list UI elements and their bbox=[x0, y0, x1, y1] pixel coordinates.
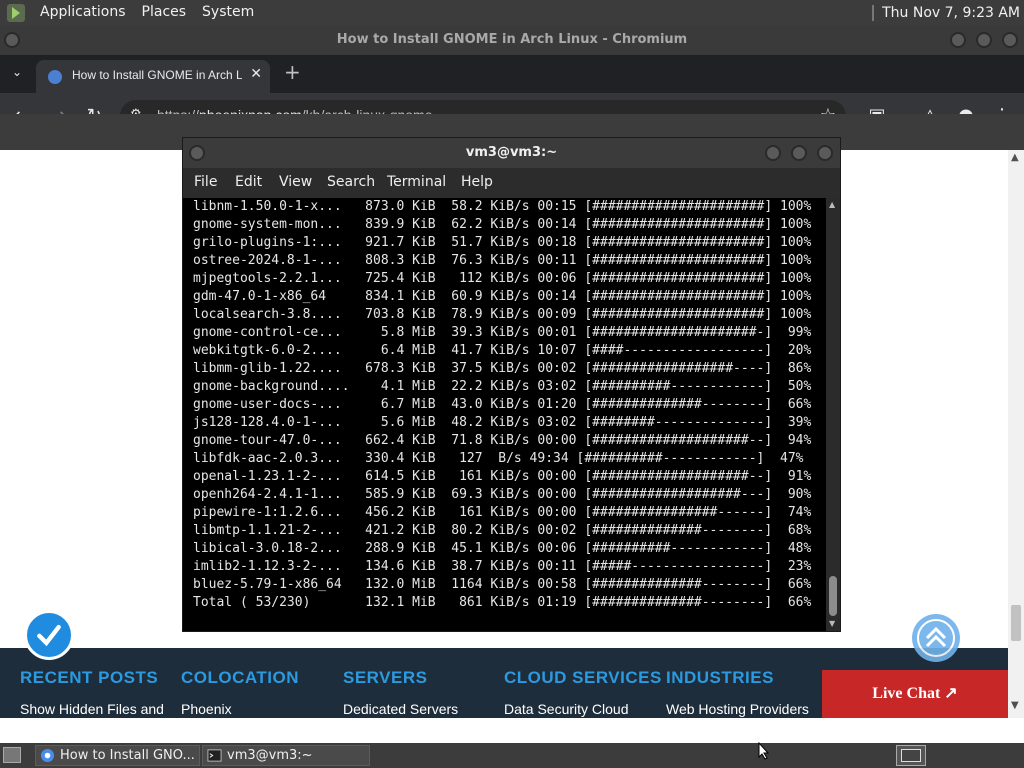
minimize-button[interactable] bbox=[950, 32, 966, 48]
terminal-line: grilo-plugins-1:... 921.7 KiB 51.7 KiB/s… bbox=[193, 235, 812, 250]
close-window-button[interactable] bbox=[1002, 32, 1018, 48]
bottom-panel: How to Install GNO... vm3@vm3:~ bbox=[0, 743, 1024, 768]
workspace-thumbnail[interactable] bbox=[901, 749, 921, 762]
terminal-line: gnome-user-docs-... 6.7 MiB 43.0 KiB/s 0… bbox=[193, 397, 812, 412]
terminal-scroll-thumb[interactable] bbox=[829, 576, 837, 616]
terminal-window-menu-button[interactable] bbox=[189, 145, 205, 161]
footer-link-web-hosting[interactable]: Web Hosting Providers bbox=[666, 701, 809, 717]
terminal-line: localsearch-3.8.... 703.8 KiB 78.9 KiB/s… bbox=[193, 307, 812, 322]
tab-close-icon[interactable]: ✕ bbox=[250, 66, 262, 82]
terminal-line: libnm-1.50.0-1-x... 873.0 KiB 58.2 KiB/s… bbox=[193, 199, 812, 214]
applications-menu[interactable]: Applications bbox=[32, 0, 134, 25]
terminal-line: gdm-47.0-1-x86_64 834.1 KiB 60.9 KiB/s 0… bbox=[193, 289, 812, 304]
terminal-line: Total ( 53/230) 132.1 MiB 861 KiB/s 01:1… bbox=[193, 595, 812, 610]
terminal-line: pipewire-1:1.2.6... 456.2 KiB 161 KiB/s … bbox=[193, 505, 812, 520]
live-chat-button[interactable]: Live Chat ↗ bbox=[822, 670, 1008, 718]
scroll-to-top-icon[interactable] bbox=[912, 614, 960, 662]
terminal-menu-view[interactable]: View bbox=[279, 174, 312, 190]
terminal-line: openh264-2.4.1-1... 585.9 KiB 69.3 KiB/s… bbox=[193, 487, 812, 502]
mouse-pointer-icon bbox=[758, 742, 770, 760]
terminal-line: gnome-control-ce... 5.8 MiB 39.3 KiB/s 0… bbox=[193, 325, 812, 340]
terminal-line: libfdk-aac-2.0.3... 330.4 KiB 127 B/s 49… bbox=[193, 451, 804, 466]
terminal-titlebar[interactable]: vm3@vm3:~ bbox=[183, 138, 840, 168]
terminal-line: libmtp-1.1.21-2-... 421.2 KiB 80.2 KiB/s… bbox=[193, 523, 812, 538]
clock[interactable]: Thu Nov 7, 9:23 AM bbox=[882, 5, 1020, 21]
places-menu[interactable]: Places bbox=[134, 0, 195, 25]
tab-title: How to Install GNOME in Arch Linux - pho… bbox=[72, 68, 242, 82]
footer-link-recent-post[interactable]: Show Hidden Files and bbox=[20, 701, 164, 717]
terminal-output[interactable]: libnm-1.50.0-1-x... 873.0 KiB 58.2 KiB/s… bbox=[183, 198, 826, 631]
terminal-scroll-up-icon[interactable]: ▲ bbox=[829, 200, 835, 209]
terminal-title: vm3@vm3:~ bbox=[465, 145, 558, 160]
terminal-line: mjpegtools-2.2.1... 725.4 KiB 112 KiB/s … bbox=[193, 271, 812, 286]
taskbar-item-terminal[interactable]: vm3@vm3:~ bbox=[202, 745, 370, 766]
taskbar-item-label: vm3@vm3:~ bbox=[227, 748, 313, 763]
window-menu-button[interactable] bbox=[4, 32, 20, 48]
distro-logo-icon[interactable] bbox=[6, 3, 26, 23]
tab-search-chevron-icon[interactable]: ⌄ bbox=[12, 65, 22, 79]
footer-heading-recent-posts: RECENT POSTS bbox=[20, 668, 159, 687]
footer-heading-cloud-services: CLOUD SERVICES bbox=[504, 668, 662, 687]
terminal-minimize-button[interactable] bbox=[765, 145, 781, 161]
terminal-line: js128-128.4.0-1-... 5.6 MiB 48.2 KiB/s 0… bbox=[193, 415, 812, 430]
workspace-switcher[interactable] bbox=[896, 745, 926, 766]
terminal-close-button[interactable] bbox=[817, 145, 833, 161]
browser-window-title: How to Install GNOME in Arch Linux - Chr… bbox=[336, 32, 688, 47]
favicon-icon bbox=[48, 70, 62, 84]
terminal-line: imlib2-1.12.3-2-... 134.6 KiB 38.7 KiB/s… bbox=[193, 559, 812, 574]
taskbar-item-label: How to Install GNO... bbox=[60, 748, 195, 763]
terminal-icon bbox=[207, 749, 222, 762]
terminal-menu-terminal[interactable]: Terminal bbox=[387, 174, 446, 190]
terminal-menu-help[interactable]: Help bbox=[461, 174, 493, 190]
terminal-maximize-button[interactable] bbox=[791, 145, 807, 161]
system-menu[interactable]: System bbox=[194, 0, 262, 25]
footer-link-data-security-cloud[interactable]: Data Security Cloud bbox=[504, 701, 629, 717]
terminal-menubar: File Edit View Search Terminal Help bbox=[183, 168, 840, 198]
scroll-up-arrow-icon[interactable]: ▲ bbox=[1011, 152, 1019, 163]
footer-heading-servers: SERVERS bbox=[343, 668, 428, 687]
panel-separator bbox=[872, 4, 875, 21]
terminal-lines: libnm-1.50.0-1-x... 873.0 KiB 58.2 KiB/s… bbox=[193, 198, 811, 612]
page-scrollbar[interactable]: ▲ ▼ bbox=[1008, 150, 1024, 718]
top-panel: Applications Places System Thu Nov 7, 9:… bbox=[0, 0, 1024, 25]
terminal-line: webkitgtk-6.0-2.... 6.4 MiB 41.7 KiB/s 1… bbox=[193, 343, 812, 358]
terminal-line: ostree-2024.8-1-... 808.3 KiB 76.3 KiB/s… bbox=[193, 253, 812, 268]
phoenixnap-badge-icon[interactable] bbox=[24, 610, 74, 660]
terminal-menu-search[interactable]: Search bbox=[327, 174, 375, 190]
terminal-line: libical-3.0.18-2... 288.9 KiB 45.1 KiB/s… bbox=[193, 541, 812, 556]
browser-tab[interactable]: How to Install GNOME in Arch Linux - pho… bbox=[36, 60, 270, 93]
terminal-line: openal-1.23.1-2-... 614.5 KiB 161 KiB/s … bbox=[193, 469, 812, 484]
scroll-down-arrow-icon[interactable]: ▼ bbox=[1011, 700, 1019, 711]
terminal-line: libmm-glib-1.22.... 678.3 KiB 37.5 KiB/s… bbox=[193, 361, 812, 376]
taskbar-item-chromium[interactable]: How to Install GNO... bbox=[35, 745, 200, 766]
maximize-button[interactable] bbox=[976, 32, 992, 48]
terminal-scroll-down-icon[interactable]: ▼ bbox=[829, 619, 835, 628]
desktop: Applications Places System Thu Nov 7, 9:… bbox=[0, 0, 1024, 768]
terminal-scrollbar[interactable]: ▲ ▼ bbox=[826, 198, 840, 631]
browser-titlebar[interactable]: How to Install GNOME in Arch Linux - Chr… bbox=[0, 25, 1024, 55]
chromium-icon bbox=[40, 748, 55, 763]
terminal-menu-edit[interactable]: Edit bbox=[235, 174, 262, 190]
terminal-line: gnome-system-mon... 839.9 KiB 62.2 KiB/s… bbox=[193, 217, 812, 232]
terminal-line: gnome-background.... 4.1 MiB 22.2 KiB/s … bbox=[193, 379, 812, 394]
show-desktop-icon[interactable] bbox=[3, 747, 21, 763]
footer-link-phoenix[interactable]: Phoenix bbox=[181, 701, 232, 717]
page-scroll-thumb[interactable] bbox=[1011, 605, 1021, 641]
terminal-window: vm3@vm3:~ File Edit View Search Terminal… bbox=[182, 137, 841, 632]
footer-heading-colocation: COLOCATION bbox=[181, 668, 300, 687]
terminal-line: bluez-5.79-1-x86_64 132.0 MiB 1164 KiB/s… bbox=[193, 577, 812, 592]
tab-strip: ⌄ How to Install GNOME in Arch Linux - p… bbox=[0, 55, 1024, 93]
new-tab-button[interactable]: + bbox=[284, 60, 301, 84]
footer-link-dedicated-servers[interactable]: Dedicated Servers bbox=[343, 701, 458, 717]
terminal-menu-file[interactable]: File bbox=[194, 174, 217, 190]
terminal-line: gnome-tour-47.0-... 662.4 KiB 71.8 KiB/s… bbox=[193, 433, 812, 448]
footer-heading-industries: INDUSTRIES bbox=[666, 668, 774, 687]
